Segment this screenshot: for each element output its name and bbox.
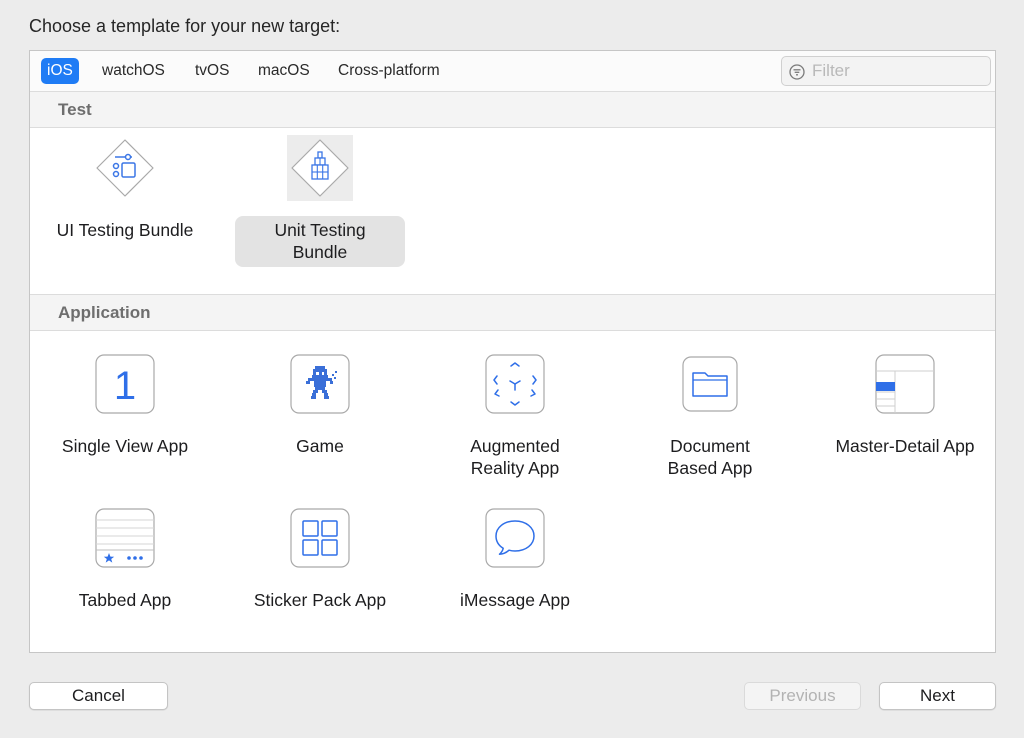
tab-ios[interactable]: iOS	[41, 58, 79, 84]
template-label: Single View App	[61, 436, 189, 456]
template-label: Master-Detail App	[835, 436, 975, 456]
template-label: Unit Testing Bundle	[235, 216, 405, 267]
game-icon	[287, 351, 353, 417]
master-detail-app-icon	[872, 351, 938, 417]
template-tabbed-app[interactable]: Tabbed App	[30, 505, 220, 655]
svg-text:1: 1	[114, 364, 136, 408]
augmented-reality-app-icon	[482, 351, 548, 417]
template-game[interactable]: Game	[225, 351, 415, 501]
template-single-view-app[interactable]: 1 Single View App	[30, 351, 220, 501]
single-view-app-icon: 1	[92, 351, 158, 417]
tabbed-app-icon	[92, 505, 158, 571]
template-imessage-app[interactable]: iMessage App	[420, 505, 610, 655]
filter-input[interactable]	[812, 60, 982, 82]
sticker-pack-app-icon	[287, 505, 353, 571]
filter-field[interactable]	[781, 56, 991, 86]
section-header-test: Test	[30, 91, 995, 128]
template-ui-testing-bundle[interactable]: UI Testing Bundle	[30, 135, 220, 285]
section-title-test: Test	[58, 100, 92, 119]
section-title-application: Application	[58, 303, 151, 322]
template-label: Game	[296, 436, 344, 456]
template-label: Augmented Reality App	[470, 436, 560, 478]
template-augmented-reality-app[interactable]: Augmented Reality App	[420, 351, 610, 501]
previous-button[interactable]: Previous	[744, 682, 861, 710]
filter-icon	[789, 64, 805, 80]
template-panel: iOS watchOS tvOS macOS Cross-platform Te…	[29, 50, 996, 653]
template-label: UI Testing Bundle	[56, 220, 194, 240]
tab-macos[interactable]: macOS	[252, 58, 316, 84]
unit-testing-bundle-icon	[287, 135, 353, 201]
section-header-application: Application	[30, 294, 995, 331]
dialog-heading: Choose a template for your new target:	[29, 16, 341, 36]
template-unit-testing-bundle[interactable]: Unit Testing Bundle	[225, 135, 415, 285]
cancel-button[interactable]: Cancel	[29, 682, 168, 710]
next-button[interactable]: Next	[879, 682, 996, 710]
tab-tvos[interactable]: tvOS	[189, 58, 235, 84]
document-based-app-icon	[677, 351, 743, 417]
template-label: iMessage App	[460, 590, 570, 610]
ui-testing-bundle-icon	[92, 135, 158, 201]
template-document-based-app[interactable]: Document Based App	[615, 351, 805, 501]
template-master-detail-app[interactable]: Master-Detail App	[810, 351, 1000, 501]
platform-tab-bar: iOS watchOS tvOS macOS Cross-platform	[30, 51, 995, 92]
template-label: Sticker Pack App	[253, 590, 387, 610]
tab-watchos[interactable]: watchOS	[96, 58, 171, 84]
imessage-app-icon	[482, 505, 548, 571]
template-label: Document Based App	[667, 436, 753, 478]
template-sticker-pack-app[interactable]: Sticker Pack App	[225, 505, 415, 655]
template-label: Tabbed App	[78, 590, 172, 610]
tab-cross-platform[interactable]: Cross-platform	[332, 58, 446, 84]
